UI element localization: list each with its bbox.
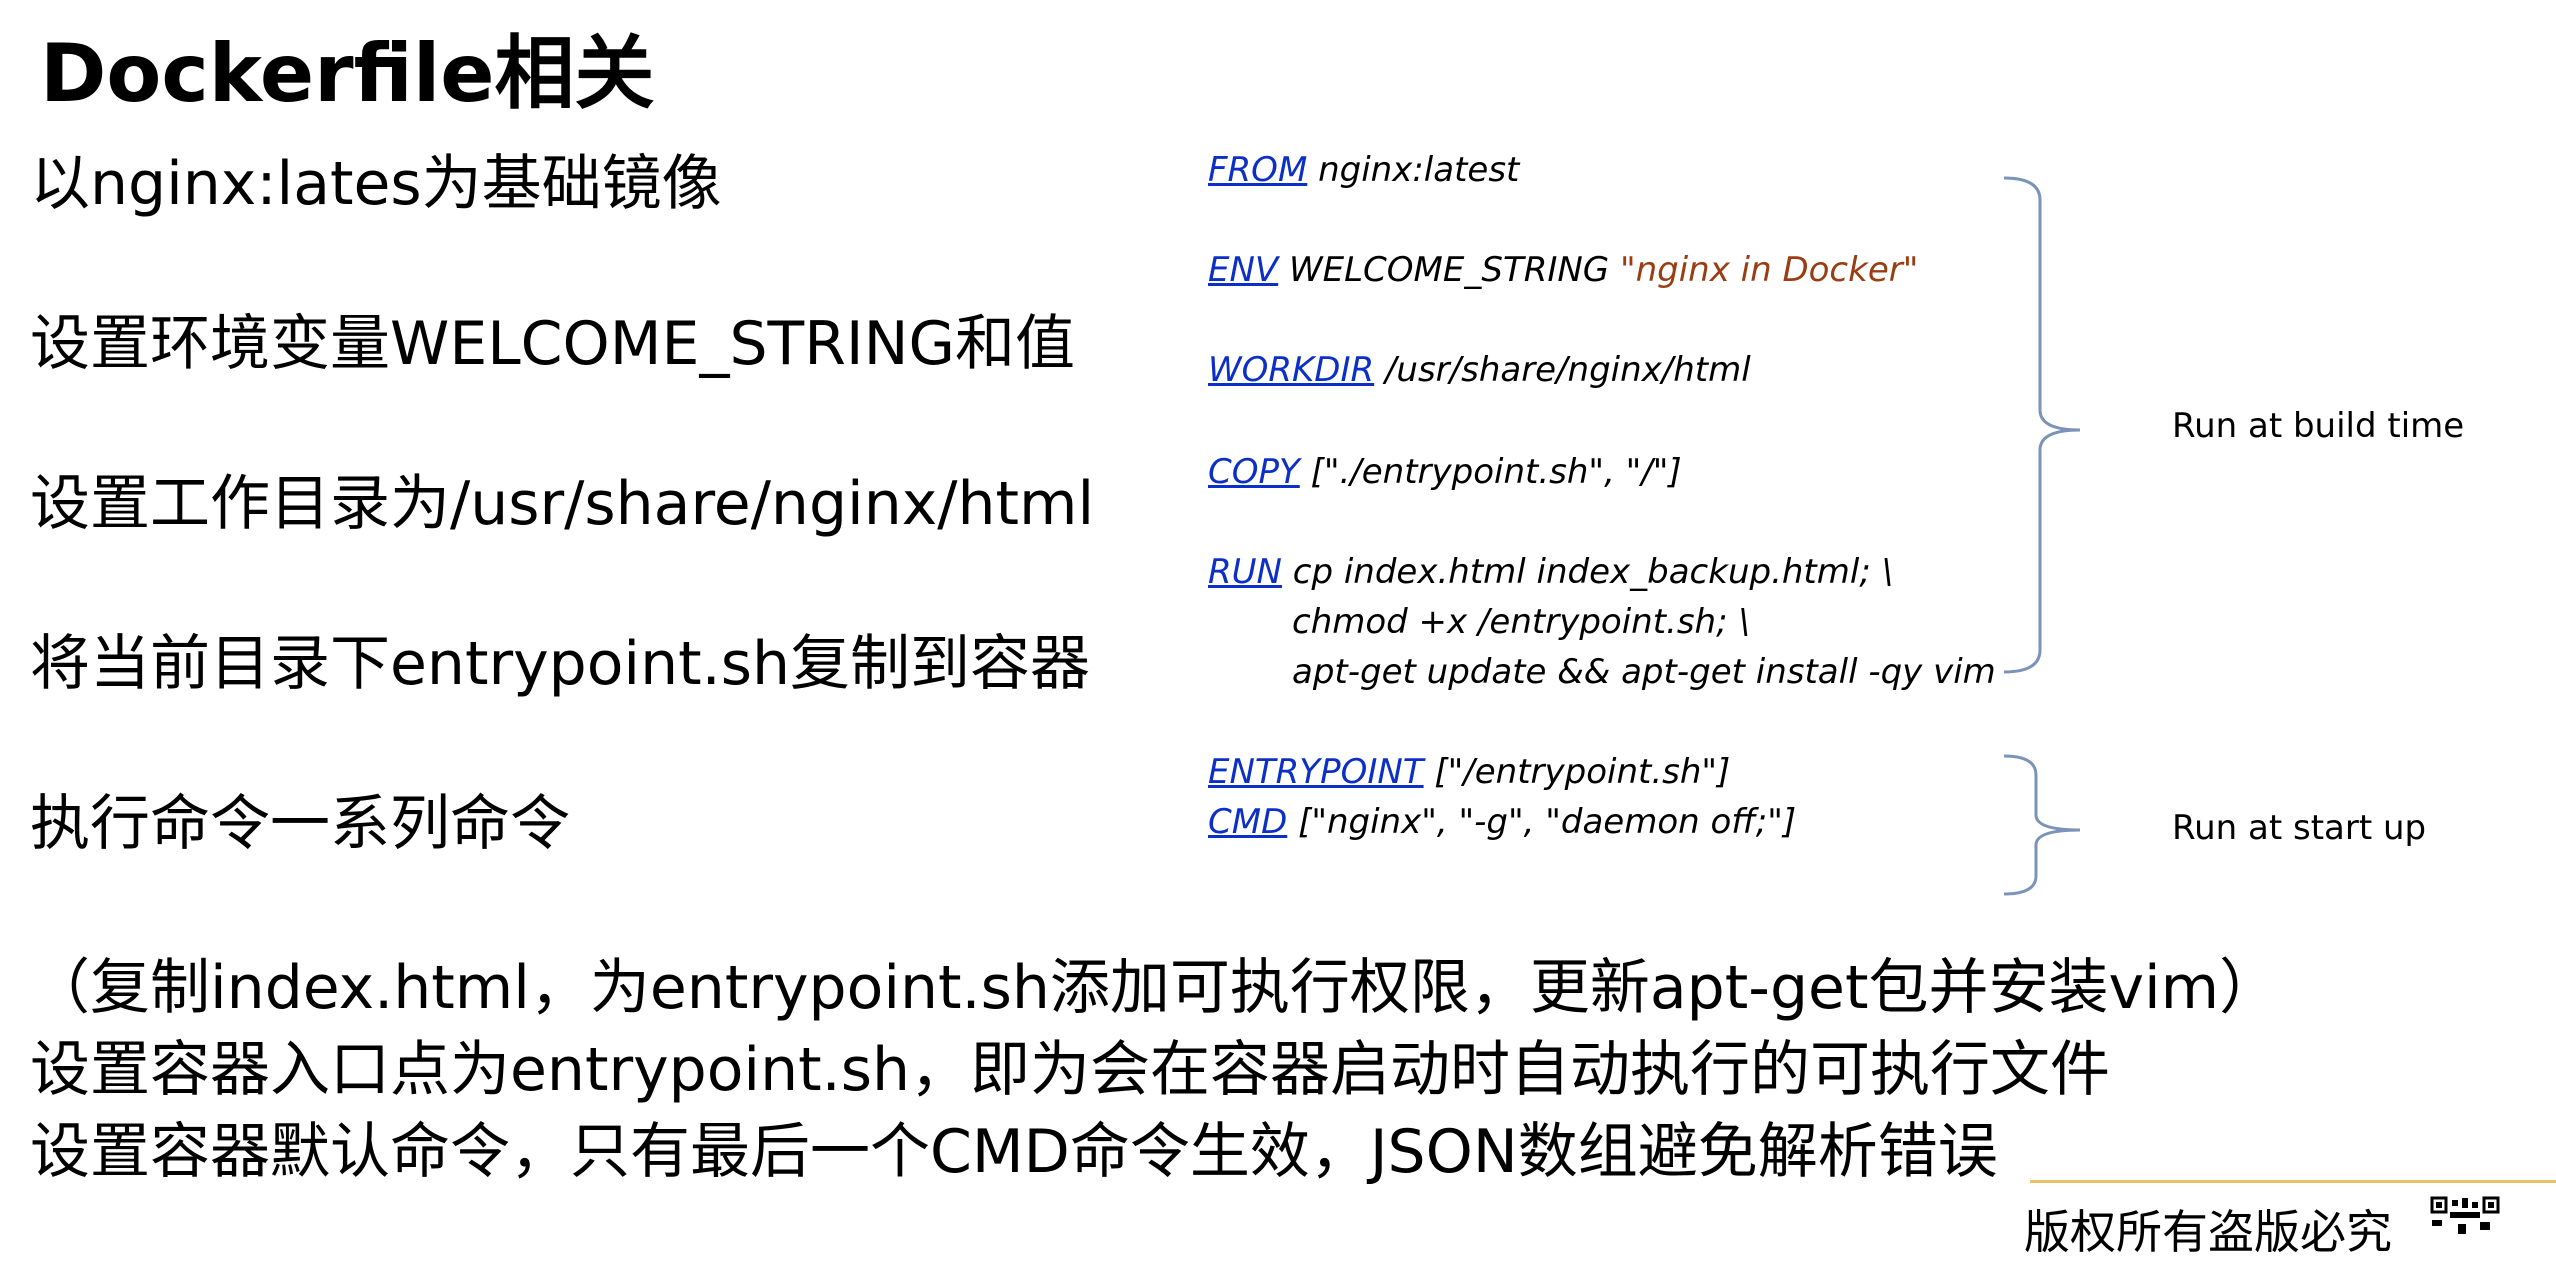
qr-code-icon bbox=[2430, 1196, 2500, 1234]
start-up-label: Run at start up bbox=[2172, 808, 2427, 848]
bottom-line-cmd: 设置容器默认命令，只有最后一个CMD命令生效，JSON数组避免解析错误 bbox=[30, 1117, 1998, 1187]
build-time-brace bbox=[2003, 176, 2081, 674]
build-time-label: Run at build time bbox=[2172, 406, 2465, 446]
copyright-footer: 版权所有盗版必究 bbox=[2024, 1205, 2392, 1259]
footer-divider bbox=[2030, 1180, 2556, 1183]
start-up-brace bbox=[2003, 754, 2081, 896]
bottom-line-run-detail: （复制index.html，为entrypoint.sh添加可执行权限，更新ap… bbox=[30, 953, 2280, 1023]
bottom-line-entrypoint: 设置容器入口点为entrypoint.sh，即为会在容器启动时自动执行的可执行文… bbox=[30, 1035, 2111, 1105]
